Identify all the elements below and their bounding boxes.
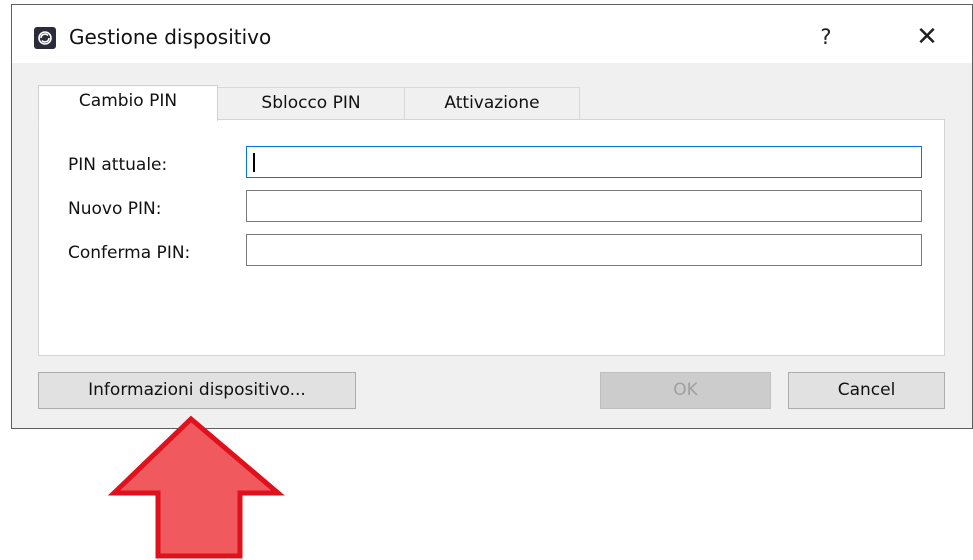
tab-attivazione[interactable]: Attivazione [404,87,580,120]
confirm-pin-label: Conferma PIN: [68,243,191,263]
text-caret [253,153,255,172]
new-pin-input[interactable] [246,190,922,222]
title-bar: Gestione dispositivo ? ✕ [12,5,972,63]
help-button[interactable]: ? [808,19,844,55]
up-arrow-icon [107,415,285,559]
cancel-button[interactable]: Cancel [788,372,945,409]
window-title: Gestione dispositivo [69,25,272,49]
app-icon [34,27,56,49]
dialog-content: Cambio PIN Sblocco PIN Attivazione PIN a… [12,63,972,428]
current-pin-input[interactable] [246,146,922,178]
current-pin-label: PIN attuale: [68,155,168,175]
close-button[interactable]: ✕ [902,19,952,55]
device-info-button[interactable]: Informazioni dispositivo... [38,372,356,409]
tab-cambio-pin[interactable]: Cambio PIN [38,85,218,121]
confirm-pin-input[interactable] [246,234,922,266]
tab-sblocco-pin[interactable]: Sblocco PIN [217,87,405,120]
new-pin-label: Nuovo PIN: [68,199,162,219]
dialog-window: Gestione dispositivo ? ✕ Cambio PIN Sblo… [11,4,973,429]
tab-panel-cambio-pin: PIN attuale: Nuovo PIN: Conferma PIN: [38,119,945,356]
ok-button[interactable]: OK [600,372,771,409]
